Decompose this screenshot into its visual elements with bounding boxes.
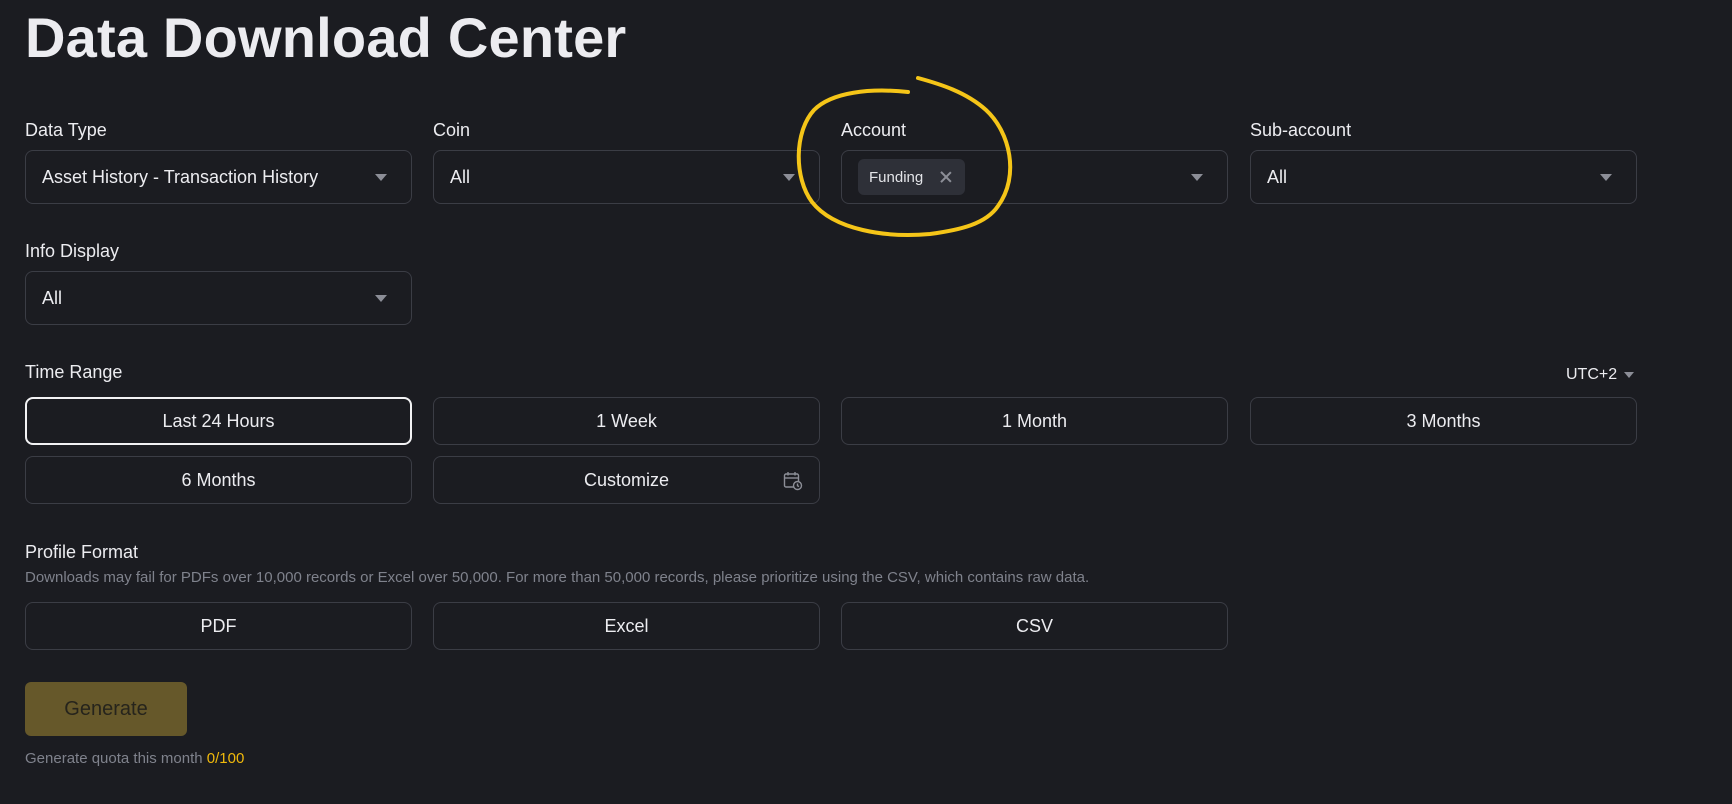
timezone-select[interactable]: UTC+2 bbox=[1566, 366, 1635, 384]
close-icon[interactable] bbox=[939, 170, 953, 184]
account-chip-label: Funding bbox=[869, 168, 924, 186]
info-display-select[interactable]: All bbox=[25, 271, 412, 325]
time-range-1-month[interactable]: 1 Month bbox=[841, 397, 1228, 445]
chevron-down-icon bbox=[783, 173, 795, 181]
quota-text: Generate quota this month bbox=[25, 750, 203, 767]
page-title: Data Download Center bbox=[25, 6, 627, 69]
chevron-down-icon bbox=[1624, 372, 1635, 378]
format-excel-button[interactable]: Excel bbox=[433, 602, 820, 650]
chevron-down-icon bbox=[1600, 173, 1612, 181]
time-range-6-months[interactable]: 6 Months bbox=[25, 456, 412, 504]
chevron-down-icon bbox=[375, 173, 387, 181]
account-select[interactable]: Funding bbox=[841, 150, 1228, 204]
coin-select[interactable]: All bbox=[433, 150, 820, 204]
time-range-customize[interactable]: Customize bbox=[433, 456, 820, 504]
time-range-label: Time Range bbox=[25, 362, 123, 382]
generate-button[interactable]: Generate bbox=[25, 682, 187, 736]
data-type-value: Asset History - Transaction History bbox=[42, 166, 319, 187]
data-type-select[interactable]: Asset History - Transaction History bbox=[25, 150, 412, 204]
account-chip-funding: Funding bbox=[858, 159, 966, 195]
account-chip-container: Funding bbox=[852, 159, 1191, 195]
coin-label: Coin bbox=[433, 120, 471, 140]
sub-account-label: Sub-account bbox=[1250, 120, 1352, 140]
generate-quota: Generate quota this month 0/100 bbox=[25, 749, 244, 769]
info-display-value: All bbox=[42, 287, 63, 308]
chevron-down-icon bbox=[1191, 173, 1203, 181]
chevron-down-icon bbox=[375, 294, 387, 302]
sub-account-value: All bbox=[1267, 166, 1288, 187]
info-display-label: Info Display bbox=[25, 241, 120, 261]
coin-value: All bbox=[450, 166, 471, 187]
customize-label: Customize bbox=[583, 469, 670, 490]
format-csv-button[interactable]: CSV bbox=[841, 602, 1228, 650]
account-label: Account bbox=[841, 120, 907, 140]
time-range-1-week[interactable]: 1 Week bbox=[433, 397, 820, 445]
time-range-last-24-hours[interactable]: Last 24 Hours bbox=[25, 397, 412, 445]
data-download-center-page: Data Download Center Data Type Coin Acco… bbox=[0, 0, 1732, 804]
quota-value: 0/100 bbox=[206, 750, 245, 767]
time-range-3-months[interactable]: 3 Months bbox=[1250, 397, 1637, 445]
timezone-value: UTC+2 bbox=[1566, 366, 1618, 383]
profile-format-label: Profile Format bbox=[25, 542, 139, 562]
calendar-clock-icon bbox=[783, 472, 803, 491]
sub-account-select[interactable]: All bbox=[1250, 150, 1637, 204]
format-pdf-button[interactable]: PDF bbox=[25, 602, 412, 650]
profile-format-note: Downloads may fail for PDFs over 10,000 … bbox=[25, 569, 1090, 586]
data-type-label: Data Type bbox=[25, 120, 107, 140]
